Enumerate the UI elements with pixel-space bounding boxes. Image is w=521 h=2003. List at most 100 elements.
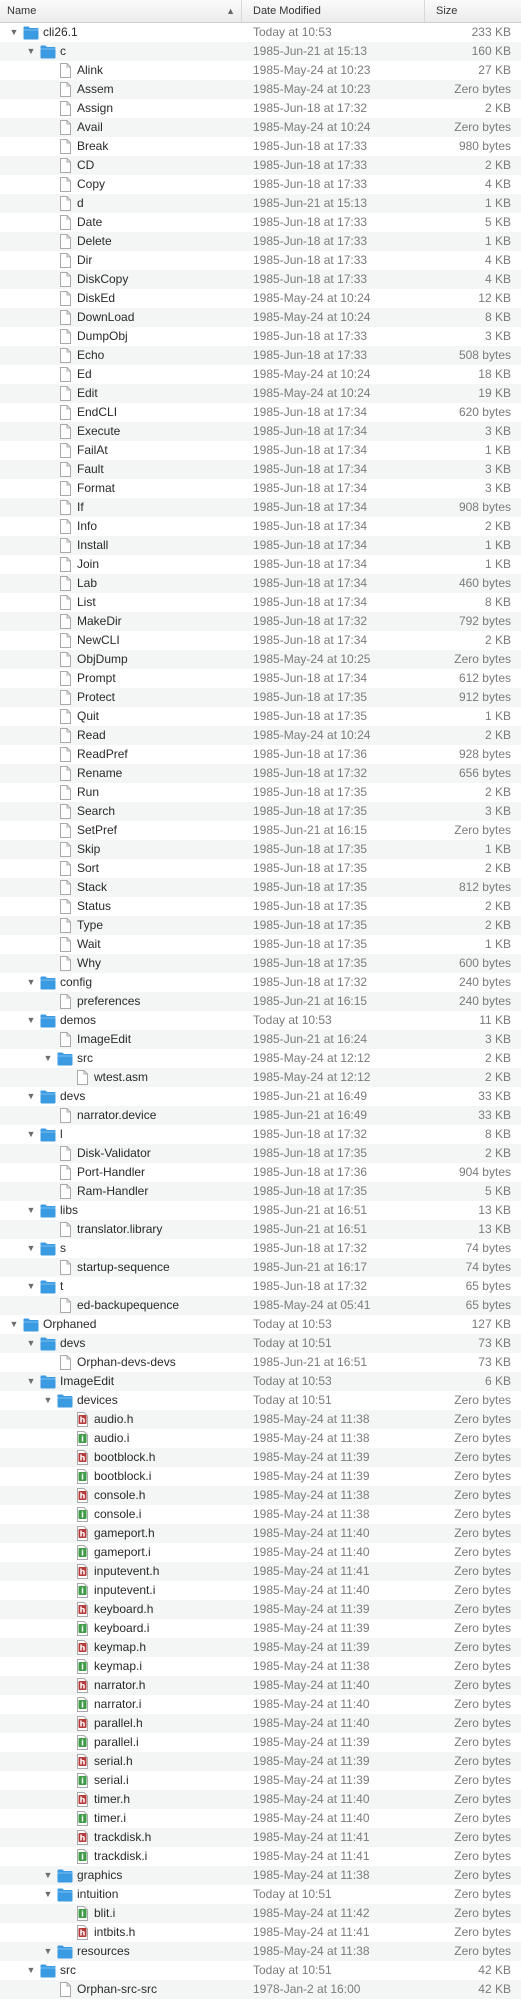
file-row[interactable]: ed-backupequence 1985-May-24 at 05:41 65 b… bbox=[0, 1296, 521, 1315]
folder-row[interactable]: ▼ devs Today at 10:51 73 KB bbox=[0, 1334, 521, 1353]
date-modified-column-header[interactable]: Date Modified bbox=[243, 0, 425, 22]
file-row[interactable]: i parallel.i 1985-May-24 at 11:39 Zero byte… bbox=[0, 1733, 521, 1752]
file-row[interactable]: Format 1985-Jun-18 at 17:34 3 KB bbox=[0, 479, 521, 498]
file-row[interactable]: List 1985-Jun-18 at 17:34 8 KB bbox=[0, 593, 521, 612]
folder-row[interactable]: ▼ intuition Today at 10:51 Zero bytes bbox=[0, 1885, 521, 1904]
file-row[interactable]: i blit.i 1985-May-24 at 11:42 Zero bytes bbox=[0, 1904, 521, 1923]
file-row[interactable]: Join 1985-Jun-18 at 17:34 1 KB bbox=[0, 555, 521, 574]
disclosure-expanded-icon[interactable]: ▼ bbox=[25, 1277, 37, 1296]
file-row[interactable]: MakeDir 1985-Jun-18 at 17:32 792 bytes bbox=[0, 612, 521, 631]
file-row[interactable]: NewCLI 1985-Jun-18 at 17:34 2 KB bbox=[0, 631, 521, 650]
file-row[interactable]: If 1985-Jun-18 at 17:34 908 bytes bbox=[0, 498, 521, 517]
folder-row[interactable]: ▼ libs 1985-Jun-21 at 16:51 13 KB bbox=[0, 1201, 521, 1220]
disclosure-expanded-icon[interactable]: ▼ bbox=[42, 1049, 54, 1068]
folder-row[interactable]: ▼ l 1985-Jun-18 at 17:32 8 KB bbox=[0, 1125, 521, 1144]
file-row[interactable]: Orphan-devs-devs 1985-Jun-21 at 16:51 73 K… bbox=[0, 1353, 521, 1372]
disclosure-expanded-icon[interactable]: ▼ bbox=[25, 1011, 37, 1030]
file-row[interactable]: h bootblock.h 1985-May-24 at 11:39 Zero byt… bbox=[0, 1448, 521, 1467]
file-row[interactable]: Skip 1985-Jun-18 at 17:35 1 KB bbox=[0, 840, 521, 859]
folder-row[interactable]: ▼ s 1985-Jun-18 at 17:32 74 bytes bbox=[0, 1239, 521, 1258]
file-row[interactable]: DiskCopy 1985-Jun-18 at 17:33 4 KB bbox=[0, 270, 521, 289]
folder-row[interactable]: ▼ src Today at 10:51 42 KB bbox=[0, 1961, 521, 1980]
file-row[interactable]: i console.i 1985-May-24 at 11:38 Zero bytes bbox=[0, 1505, 521, 1524]
disclosure-expanded-icon[interactable]: ▼ bbox=[25, 1125, 37, 1144]
disclosure-expanded-icon[interactable]: ▼ bbox=[8, 23, 20, 42]
file-row[interactable]: h timer.h 1985-May-24 at 11:40 Zero bytes bbox=[0, 1790, 521, 1809]
disclosure-expanded-icon[interactable]: ▼ bbox=[25, 973, 37, 992]
folder-row[interactable]: ▼ ImageEdit Today at 10:53 6 KB bbox=[0, 1372, 521, 1391]
folder-row[interactable]: ▼ Orphaned Today at 10:53 127 KB bbox=[0, 1315, 521, 1334]
disclosure-expanded-icon[interactable]: ▼ bbox=[25, 1239, 37, 1258]
file-row[interactable]: h inputevent.h 1985-May-24 at 11:41 Zero by… bbox=[0, 1562, 521, 1581]
file-row[interactable]: h narrator.h 1985-May-24 at 11:40 Zero byte… bbox=[0, 1676, 521, 1695]
file-row[interactable]: Why 1985-Jun-18 at 17:35 600 bytes bbox=[0, 954, 521, 973]
file-row[interactable]: i keymap.i 1985-May-24 at 11:38 Zero bytes bbox=[0, 1657, 521, 1676]
file-row[interactable]: i audio.i 1985-May-24 at 11:38 Zero bytes bbox=[0, 1429, 521, 1448]
folder-row[interactable]: ▼ cli26.1 Today at 10:53 233 KB bbox=[0, 23, 521, 42]
disclosure-expanded-icon[interactable]: ▼ bbox=[25, 1087, 37, 1106]
folder-row[interactable]: ▼ devs 1985-Jun-21 at 16:49 33 KB bbox=[0, 1087, 521, 1106]
file-row[interactable]: CD 1985-Jun-18 at 17:33 2 KB bbox=[0, 156, 521, 175]
file-row[interactable]: Rename 1985-Jun-18 at 17:32 656 bytes bbox=[0, 764, 521, 783]
file-row[interactable]: Quit 1985-Jun-18 at 17:35 1 KB bbox=[0, 707, 521, 726]
file-row[interactable]: ImageEdit 1985-Jun-21 at 16:24 3 KB bbox=[0, 1030, 521, 1049]
file-row[interactable]: i gameport.i 1985-May-24 at 11:40 Zero byte… bbox=[0, 1543, 521, 1562]
file-row[interactable]: Info 1985-Jun-18 at 17:34 2 KB bbox=[0, 517, 521, 536]
file-row[interactable]: Alink 1985-May-24 at 10:23 27 KB bbox=[0, 61, 521, 80]
file-row[interactable]: DumpObj 1985-Jun-18 at 17:33 3 KB bbox=[0, 327, 521, 346]
file-row[interactable]: EndCLI 1985-Jun-18 at 17:34 620 bytes bbox=[0, 403, 521, 422]
file-row[interactable]: Avail 1985-May-24 at 10:24 Zero bytes bbox=[0, 118, 521, 137]
file-row[interactable]: Type 1985-Jun-18 at 17:35 2 KB bbox=[0, 916, 521, 935]
file-row[interactable]: DiskEd 1985-May-24 at 10:24 12 KB bbox=[0, 289, 521, 308]
file-row[interactable]: DownLoad 1985-May-24 at 10:24 8 KB bbox=[0, 308, 521, 327]
file-row[interactable]: Assem 1985-May-24 at 10:23 Zero bytes bbox=[0, 80, 521, 99]
file-row[interactable]: narrator.device 1985-Jun-21 at 16:49 33 KB bbox=[0, 1106, 521, 1125]
file-row[interactable]: SetPref 1985-Jun-21 at 16:15 Zero bytes bbox=[0, 821, 521, 840]
size-column-header[interactable]: Size bbox=[426, 0, 521, 22]
disclosure-expanded-icon[interactable]: ▼ bbox=[25, 1372, 37, 1391]
file-row[interactable]: Orphan-src-src 1978-Jan-2 at 16:00 42 KB bbox=[0, 1980, 521, 1999]
file-row[interactable]: h intbits.h 1985-May-24 at 11:41 Zero bytes bbox=[0, 1923, 521, 1942]
folder-row[interactable]: ▼ c 1985-Jun-21 at 15:13 160 KB bbox=[0, 42, 521, 61]
file-row[interactable]: i timer.i 1985-May-24 at 11:40 Zero bytes bbox=[0, 1809, 521, 1828]
file-row[interactable]: d 1985-Jun-21 at 15:13 1 KB bbox=[0, 194, 521, 213]
disclosure-expanded-icon[interactable]: ▼ bbox=[25, 1961, 37, 1980]
file-row[interactable]: Date 1985-Jun-18 at 17:33 5 KB bbox=[0, 213, 521, 232]
file-row[interactable]: translator.library 1985-Jun-21 at 16:51 13… bbox=[0, 1220, 521, 1239]
file-row[interactable]: Dir 1985-Jun-18 at 17:33 4 KB bbox=[0, 251, 521, 270]
folder-row[interactable]: ▼ demos Today at 10:53 11 KB bbox=[0, 1011, 521, 1030]
file-row[interactable]: i keyboard.i 1985-May-24 at 11:39 Zero byte… bbox=[0, 1619, 521, 1638]
file-row[interactable]: FailAt 1985-Jun-18 at 17:34 1 KB bbox=[0, 441, 521, 460]
file-row[interactable]: i bootblock.i 1985-May-24 at 11:39 Zero byt… bbox=[0, 1467, 521, 1486]
file-row[interactable]: preferences 1985-Jun-21 at 16:15 240 bytes bbox=[0, 992, 521, 1011]
file-row[interactable]: Ed 1985-May-24 at 10:24 18 KB bbox=[0, 365, 521, 384]
disclosure-expanded-icon[interactable]: ▼ bbox=[42, 1866, 54, 1885]
file-row[interactable]: i trackdisk.i 1985-May-24 at 11:41 Zero byt… bbox=[0, 1847, 521, 1866]
file-row[interactable]: Fault 1985-Jun-18 at 17:34 3 KB bbox=[0, 460, 521, 479]
file-row[interactable]: Stack 1985-Jun-18 at 17:35 812 bytes bbox=[0, 878, 521, 897]
file-row[interactable]: h keyboard.h 1985-May-24 at 11:39 Zero byte… bbox=[0, 1600, 521, 1619]
file-row[interactable]: i narrator.i 1985-May-24 at 11:40 Zero byte… bbox=[0, 1695, 521, 1714]
file-row[interactable]: Lab 1985-Jun-18 at 17:34 460 bytes bbox=[0, 574, 521, 593]
file-row[interactable]: Execute 1985-Jun-18 at 17:34 3 KB bbox=[0, 422, 521, 441]
file-row[interactable]: Protect 1985-Jun-18 at 17:35 912 bytes bbox=[0, 688, 521, 707]
disclosure-expanded-icon[interactable]: ▼ bbox=[25, 1201, 37, 1220]
file-row[interactable]: wtest.asm 1985-May-24 at 12:12 2 KB bbox=[0, 1068, 521, 1087]
file-row[interactable]: h trackdisk.h 1985-May-24 at 11:41 Zero byt… bbox=[0, 1828, 521, 1847]
disclosure-expanded-icon[interactable]: ▼ bbox=[42, 1885, 54, 1904]
folder-row[interactable]: ▼ t 1985-Jun-18 at 17:32 65 bytes bbox=[0, 1277, 521, 1296]
file-row[interactable]: Status 1985-Jun-18 at 17:35 2 KB bbox=[0, 897, 521, 916]
file-row[interactable]: i serial.i 1985-May-24 at 11:39 Zero bytes bbox=[0, 1771, 521, 1790]
file-row[interactable]: Port-Handler 1985-Jun-18 at 17:36 904 byte… bbox=[0, 1163, 521, 1182]
file-row[interactable]: Wait 1985-Jun-18 at 17:35 1 KB bbox=[0, 935, 521, 954]
file-row[interactable]: Edit 1985-May-24 at 10:24 19 KB bbox=[0, 384, 521, 403]
file-row[interactable]: ObjDump 1985-May-24 at 10:25 Zero bytes bbox=[0, 650, 521, 669]
file-row[interactable]: Prompt 1985-Jun-18 at 17:34 612 bytes bbox=[0, 669, 521, 688]
file-row[interactable]: h audio.h 1985-May-24 at 11:38 Zero bytes bbox=[0, 1410, 521, 1429]
file-row[interactable]: Ram-Handler 1985-Jun-18 at 17:35 5 KB bbox=[0, 1182, 521, 1201]
file-row[interactable]: h serial.h 1985-May-24 at 11:39 Zero bytes bbox=[0, 1752, 521, 1771]
file-row[interactable]: Install 1985-Jun-18 at 17:34 1 KB bbox=[0, 536, 521, 555]
file-row[interactable]: ReadPref 1985-Jun-18 at 17:36 928 bytes bbox=[0, 745, 521, 764]
name-column-header[interactable]: Name ▲ bbox=[0, 0, 242, 22]
folder-row[interactable]: ▼ graphics 1985-May-24 at 11:38 Zero bytes bbox=[0, 1866, 521, 1885]
